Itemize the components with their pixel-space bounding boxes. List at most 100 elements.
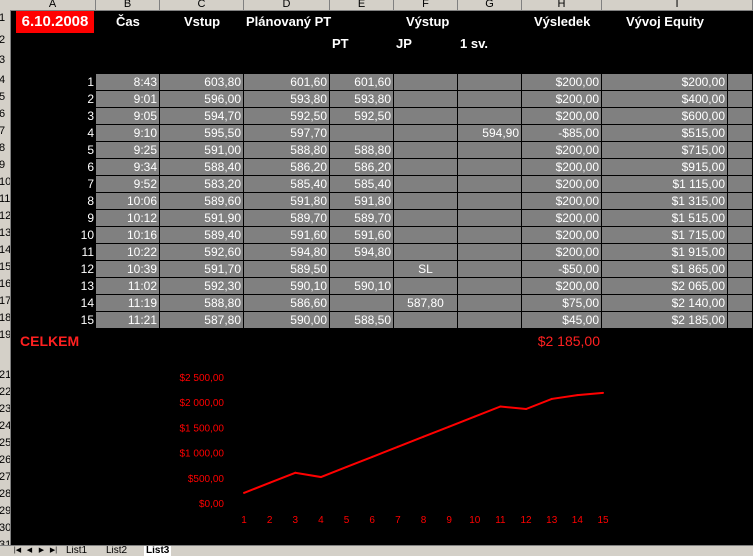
- cell-time[interactable]: 9:25: [96, 142, 160, 159]
- cell-sv[interactable]: [458, 227, 522, 244]
- cell-pt[interactable]: 591,60: [330, 227, 394, 244]
- cell-n[interactable]: 11: [10, 244, 96, 261]
- cell-pt[interactable]: 601,60: [330, 74, 394, 91]
- cell-pt[interactable]: 588,50: [330, 312, 394, 329]
- cell-empty[interactable]: [728, 91, 753, 108]
- cell-vstup[interactable]: 589,60: [160, 193, 244, 210]
- header-sub-pt[interactable]: PT: [330, 34, 360, 54]
- header-vyvoj-equity[interactable]: Vývoj Equity: [624, 12, 734, 32]
- cell-time[interactable]: 9:52: [96, 176, 160, 193]
- cell-equity[interactable]: $400,00: [602, 91, 728, 108]
- cell-vysledek[interactable]: $200,00: [522, 159, 602, 176]
- cell-equity[interactable]: $715,00: [602, 142, 728, 159]
- row-number[interactable]: 23: [0, 403, 10, 415]
- cell-vstup[interactable]: 591,90: [160, 210, 244, 227]
- cell-vysledek[interactable]: $200,00: [522, 193, 602, 210]
- total-value[interactable]: $2 185,00: [520, 331, 602, 351]
- cell-sv[interactable]: [458, 74, 522, 91]
- cell-vstup[interactable]: 591,00: [160, 142, 244, 159]
- cell-jp[interactable]: SL: [394, 261, 458, 278]
- row-number[interactable]: 10: [0, 176, 10, 188]
- cell-jp[interactable]: [394, 108, 458, 125]
- row-number[interactable]: 19: [0, 329, 10, 341]
- cell-jp[interactable]: [394, 142, 458, 159]
- cell-plan[interactable]: 591,80: [244, 193, 330, 210]
- cell-plan[interactable]: 593,80: [244, 91, 330, 108]
- cell-vstup[interactable]: 603,80: [160, 74, 244, 91]
- row-number[interactable]: 30: [0, 522, 10, 534]
- cell-jp[interactable]: [394, 193, 458, 210]
- cell-pt[interactable]: 589,70: [330, 210, 394, 227]
- cell-equity[interactable]: $1 915,00: [602, 244, 728, 261]
- cell-empty[interactable]: [728, 244, 753, 261]
- cell-plan[interactable]: 594,80: [244, 244, 330, 261]
- cell-time[interactable]: 10:06: [96, 193, 160, 210]
- cell-equity[interactable]: $1 865,00: [602, 261, 728, 278]
- row-number[interactable]: 9: [0, 159, 10, 171]
- cell-jp[interactable]: [394, 125, 458, 142]
- cell-time[interactable]: 10:16: [96, 227, 160, 244]
- row-number[interactable]: 26: [0, 454, 10, 466]
- cell-empty[interactable]: [728, 159, 753, 176]
- cell-sv[interactable]: 594,90: [458, 125, 522, 142]
- cell-sv[interactable]: [458, 176, 522, 193]
- cell-sv[interactable]: [458, 91, 522, 108]
- cell-time[interactable]: 11:21: [96, 312, 160, 329]
- row-number[interactable]: 2: [0, 34, 10, 46]
- cell-n[interactable]: 1: [10, 74, 96, 91]
- cell-vysledek[interactable]: $75,00: [522, 295, 602, 312]
- cell-time[interactable]: 11:19: [96, 295, 160, 312]
- cell-jp[interactable]: [394, 244, 458, 261]
- cell-pt[interactable]: 593,80: [330, 91, 394, 108]
- cell-time[interactable]: 8:43: [96, 74, 160, 91]
- cell-vysledek[interactable]: -$50,00: [522, 261, 602, 278]
- equity-line-chart[interactable]: $0,00 $500,00 $1 000,00 $1 500,00 $2 000,00 $…: [160, 360, 620, 530]
- cell-equity[interactable]: $1 115,00: [602, 176, 728, 193]
- row-number[interactable]: 21: [0, 369, 10, 381]
- cell-plan[interactable]: 591,60: [244, 227, 330, 244]
- cell-plan[interactable]: 586,20: [244, 159, 330, 176]
- cell-n[interactable]: 9: [10, 210, 96, 227]
- cell-jp[interactable]: [394, 159, 458, 176]
- cell-empty[interactable]: [728, 125, 753, 142]
- column-header[interactable]: B: [96, 0, 160, 10]
- cell-empty[interactable]: [728, 193, 753, 210]
- cell-n[interactable]: 5: [10, 142, 96, 159]
- cell-equity[interactable]: $915,00: [602, 159, 728, 176]
- cell-plan[interactable]: 590,00: [244, 312, 330, 329]
- column-header[interactable]: H: [522, 0, 602, 10]
- cell-time[interactable]: 9:01: [96, 91, 160, 108]
- cell-sv[interactable]: [458, 210, 522, 227]
- cell-equity[interactable]: $2 065,00: [602, 278, 728, 295]
- cell-n[interactable]: 13: [10, 278, 96, 295]
- cell-sv[interactable]: [458, 278, 522, 295]
- cell-vstup[interactable]: 596,00: [160, 91, 244, 108]
- cell-empty[interactable]: [728, 210, 753, 227]
- row-number[interactable]: 11: [0, 193, 10, 205]
- cell-vstup[interactable]: 589,40: [160, 227, 244, 244]
- cell-empty[interactable]: [728, 312, 753, 329]
- row-number[interactable]: 15: [0, 261, 10, 273]
- row-number[interactable]: 27: [0, 471, 10, 483]
- cell-sv[interactable]: [458, 159, 522, 176]
- cell-vysledek[interactable]: $200,00: [522, 210, 602, 227]
- cell-plan[interactable]: 585,40: [244, 176, 330, 193]
- cell-sv[interactable]: [458, 261, 522, 278]
- row-number[interactable]: 29: [0, 505, 10, 517]
- header-cas[interactable]: Čas: [114, 12, 154, 32]
- cell-sv[interactable]: [458, 108, 522, 125]
- row-number[interactable]: 5: [0, 91, 10, 103]
- cell-plan[interactable]: 588,80: [244, 142, 330, 159]
- cell-plan[interactable]: 592,50: [244, 108, 330, 125]
- date-cell[interactable]: 6.10.2008: [16, 11, 94, 33]
- cell-equity[interactable]: $515,00: [602, 125, 728, 142]
- header-sub-1sv[interactable]: 1 sv.: [458, 34, 498, 54]
- cell-empty[interactable]: [728, 278, 753, 295]
- cell-vstup[interactable]: 592,60: [160, 244, 244, 261]
- cell-time[interactable]: 10:39: [96, 261, 160, 278]
- header-vstup[interactable]: Vstup: [182, 12, 232, 32]
- cell-empty[interactable]: [728, 74, 753, 91]
- cell-sv[interactable]: [458, 312, 522, 329]
- cell-empty[interactable]: [728, 108, 753, 125]
- header-vystup[interactable]: Výstup: [404, 12, 464, 32]
